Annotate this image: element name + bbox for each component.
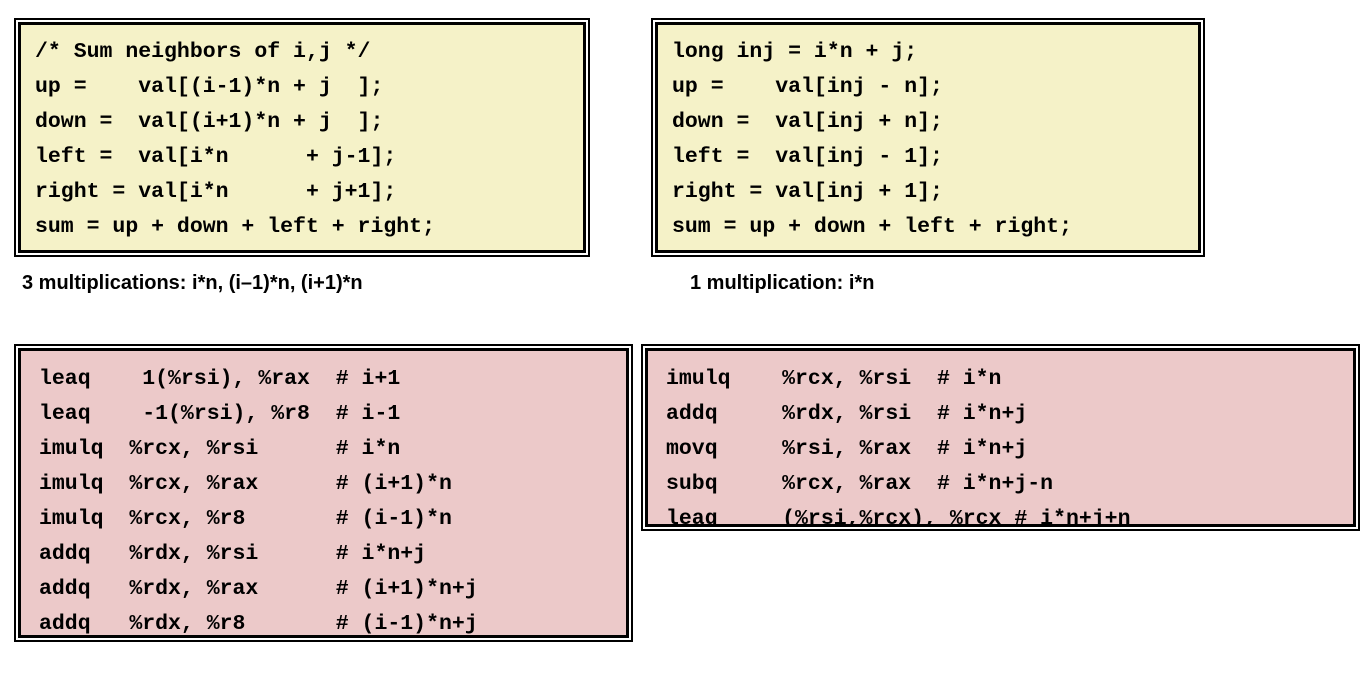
c-code-original-text: /* Sum neighbors of i,j */ up = val[(i-1… <box>35 40 435 239</box>
assembly-box-optimized: imulq %rcx, %rsi # i*n addq %rdx, %rsi #… <box>641 344 1360 531</box>
c-code-box-original: /* Sum neighbors of i,j */ up = val[(i-1… <box>14 18 590 257</box>
c-code-optimized-text: long inj = i*n + j; up = val[inj - n]; d… <box>672 40 1072 239</box>
c-code-box-optimized: long inj = i*n + j; up = val[inj - n]; d… <box>651 18 1205 257</box>
caption-multiplications-optimized: 1 multiplication: i*n <box>690 272 875 294</box>
caption-multiplications-original: 3 multiplications: i*n, (i–1)*n, (i+1)*n <box>22 272 363 294</box>
assembly-original-text: leaq 1(%rsi), %rax # i+1 leaq -1(%rsi), … <box>39 367 478 636</box>
assembly-box-original: leaq 1(%rsi), %rax # i+1 leaq -1(%rsi), … <box>14 344 633 642</box>
assembly-optimized-text: imulq %rcx, %rsi # i*n addq %rdx, %rsi #… <box>666 367 1131 527</box>
